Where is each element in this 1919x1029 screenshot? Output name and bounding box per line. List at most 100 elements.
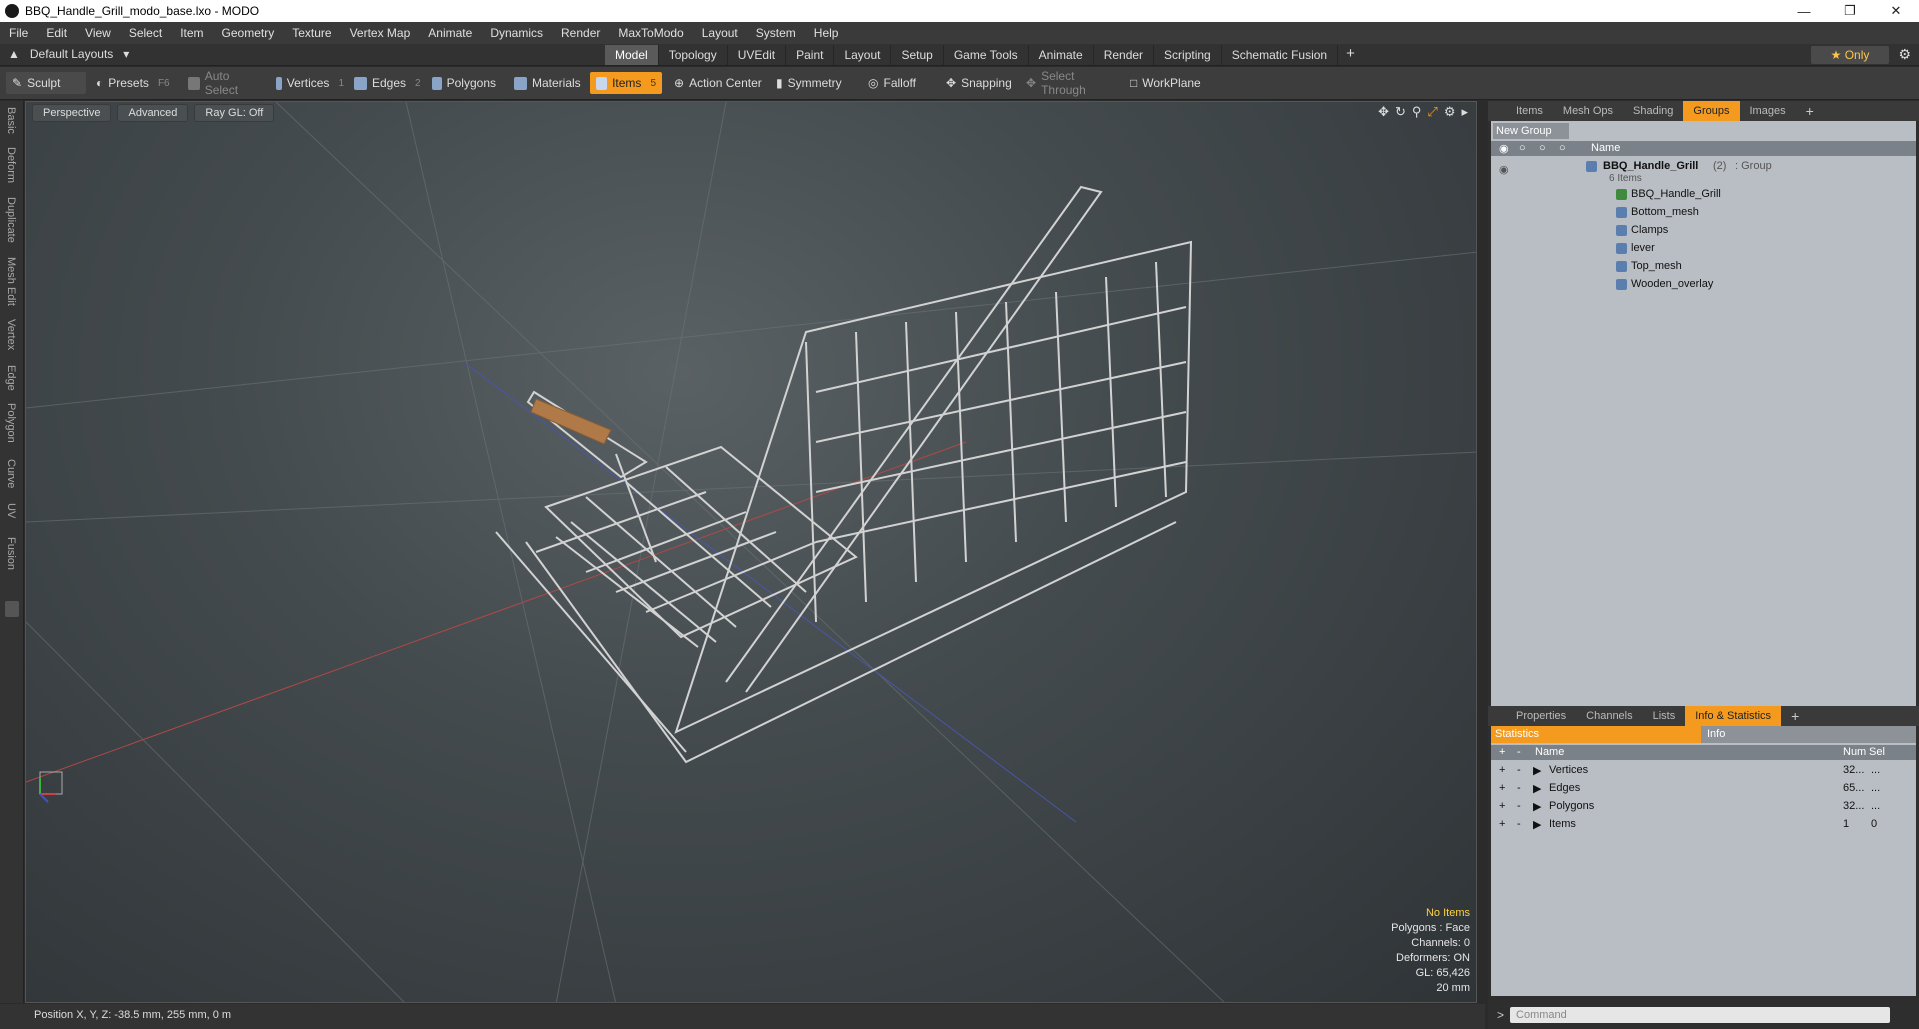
tab-game-tools[interactable]: Game Tools xyxy=(944,45,1029,65)
edges-button[interactable]: Edges 2 xyxy=(348,72,428,94)
remove-icon[interactable]: - xyxy=(1517,764,1521,776)
auto-select-button[interactable]: Auto Select xyxy=(182,69,266,97)
3d-viewport[interactable]: Perspective Advanced Ray GL: Off ✥ ↻ ⚲ ⤢… xyxy=(25,101,1477,1003)
gear-icon[interactable]: ⚙ xyxy=(1898,46,1911,63)
menu-texture[interactable]: Texture xyxy=(283,26,340,40)
menu-help[interactable]: Help xyxy=(805,26,848,40)
strip-tab-curve[interactable]: Curve xyxy=(5,459,17,488)
add-icon[interactable]: + xyxy=(1499,818,1505,830)
menu-item[interactable]: Item xyxy=(171,26,212,40)
strip-tab-mesh-edit[interactable]: Mesh Edit xyxy=(5,257,17,306)
tab-setup[interactable]: Setup xyxy=(891,45,944,65)
tab-topology[interactable]: Topology xyxy=(659,45,728,65)
pan-icon[interactable]: ✥ xyxy=(1378,104,1389,120)
add-panel-tab-icon[interactable]: + xyxy=(1796,101,1824,121)
viewport-gear-icon[interactable]: ⚙ xyxy=(1444,104,1456,120)
collapse-icon[interactable]: ▲ xyxy=(8,47,20,61)
menu-view[interactable]: View xyxy=(76,26,120,40)
workplane-button[interactable]: □ WorkPlane xyxy=(1124,72,1208,94)
stat-row[interactable]: + - ▶ Edges 65... ... xyxy=(1491,780,1916,798)
tab-channels[interactable]: Channels xyxy=(1576,706,1642,726)
tab-groups[interactable]: Groups xyxy=(1683,101,1740,121)
layout-selector[interactable]: ▲ Default Layouts ▾ xyxy=(8,47,129,61)
select-through-button[interactable]: ✥ Select Through xyxy=(1020,69,1120,97)
strip-tab-polygon[interactable]: Polygon xyxy=(5,403,17,443)
sculpt-button[interactable]: ✎ Sculpt xyxy=(6,72,86,94)
tab-animate[interactable]: Animate xyxy=(1029,45,1094,65)
collapse-all-icon[interactable]: - xyxy=(1517,746,1521,758)
group-child-row[interactable]: Bottom_mesh xyxy=(1491,204,1916,222)
stat-row[interactable]: + - ▶ Vertices 32... ... xyxy=(1491,762,1916,780)
snapping-button[interactable]: ✥ Snapping xyxy=(940,72,1016,94)
strip-tab-fusion[interactable]: Fusion xyxy=(5,537,17,570)
menu-geometry[interactable]: Geometry xyxy=(213,26,284,40)
menu-system[interactable]: System xyxy=(747,26,805,40)
menu-select[interactable]: Select xyxy=(120,26,171,40)
new-group-button[interactable]: New Group xyxy=(1493,123,1569,139)
add-info-tab-icon[interactable]: + xyxy=(1781,706,1809,726)
tab-mesh-ops[interactable]: Mesh Ops xyxy=(1553,101,1623,121)
remove-icon[interactable]: - xyxy=(1517,782,1521,794)
menu-file[interactable]: File xyxy=(0,26,37,40)
menu-vertex-map[interactable]: Vertex Map xyxy=(341,26,420,40)
stat-row[interactable]: + - ▶ Items 1 0 xyxy=(1491,816,1916,834)
presets-button[interactable]: ◐ Presets F6 xyxy=(90,72,176,94)
menu-dynamics[interactable]: Dynamics xyxy=(481,26,552,40)
group-child-row[interactable]: BBQ_Handle_Grill xyxy=(1491,186,1916,204)
menu-edit[interactable]: Edit xyxy=(37,26,76,40)
maximize-icon[interactable]: ⤢ xyxy=(1427,104,1437,120)
group-child-row[interactable]: Clamps xyxy=(1491,222,1916,240)
strip-tab-uv[interactable]: UV xyxy=(5,503,17,518)
tab-properties[interactable]: Properties xyxy=(1506,706,1576,726)
visibility-eye-icon[interactable]: ◉ xyxy=(1499,163,1509,176)
tab-schematic-fusion[interactable]: Schematic Fusion xyxy=(1222,45,1339,65)
strip-tab-vertex[interactable]: Vertex xyxy=(5,319,17,350)
add-icon[interactable]: + xyxy=(1499,764,1505,776)
expand-arrow-icon[interactable]: ▶ xyxy=(1533,800,1541,813)
tab-images[interactable]: Images xyxy=(1740,101,1796,121)
polygons-button[interactable]: Polygons xyxy=(426,72,502,94)
tab-lists[interactable]: Lists xyxy=(1643,706,1686,726)
strip-tab-basic[interactable]: Basic xyxy=(5,107,17,134)
strip-tab-deform[interactable]: Deform xyxy=(5,147,17,183)
rotate-icon[interactable]: ↻ xyxy=(1395,104,1406,120)
remove-icon[interactable]: - xyxy=(1517,800,1521,812)
tab-uvedit[interactable]: UVEdit xyxy=(728,45,787,65)
menu-layout[interactable]: Layout xyxy=(693,26,747,40)
tab-model[interactable]: Model xyxy=(605,45,659,65)
action-center-button[interactable]: ⊕ Action Center xyxy=(668,72,768,94)
group-child-row[interactable]: Top_mesh xyxy=(1491,258,1916,276)
expand-all-icon[interactable]: + xyxy=(1499,746,1505,758)
close-icon[interactable]: ✕ xyxy=(1873,0,1919,22)
viewport-menu-icon[interactable]: ▸ xyxy=(1461,104,1468,120)
add-icon[interactable]: + xyxy=(1499,800,1505,812)
add-icon[interactable]: + xyxy=(1499,782,1505,794)
group-row[interactable]: ◉ BBQ_Handle_Grill (2) : Group 6 Items xyxy=(1491,159,1916,184)
view-mode-button[interactable]: Perspective xyxy=(32,104,112,122)
group-child-row[interactable]: Wooden_overlay xyxy=(1491,276,1916,294)
vertices-button[interactable]: Vertices 1 xyxy=(270,72,350,94)
strip-toggle-button[interactable] xyxy=(5,601,19,617)
strip-tab-edge[interactable]: Edge xyxy=(5,365,17,391)
raygl-button[interactable]: Ray GL: Off xyxy=(194,104,275,122)
tab-shading[interactable]: Shading xyxy=(1623,101,1683,121)
statistics-tab[interactable]: Statistics xyxy=(1491,726,1701,743)
tab-layout[interactable]: Layout xyxy=(834,45,892,65)
command-input[interactable]: Command xyxy=(1510,1007,1891,1023)
strip-tab-duplicate[interactable]: Duplicate xyxy=(5,197,17,243)
only-button[interactable]: ★ Only xyxy=(1811,46,1889,64)
symmetry-button[interactable]: ▮ Symmetry xyxy=(770,72,852,94)
tab-paint[interactable]: Paint xyxy=(786,45,835,65)
stat-row[interactable]: + - ▶ Polygons 32... ... xyxy=(1491,798,1916,816)
items-button[interactable]: Items 5 xyxy=(590,72,662,94)
expand-arrow-icon[interactable]: ▶ xyxy=(1533,818,1541,831)
expand-arrow-icon[interactable]: ▶ xyxy=(1533,782,1541,795)
menu-animate[interactable]: Animate xyxy=(419,26,481,40)
menu-maxtomodo[interactable]: MaxToModo xyxy=(609,26,692,40)
minimize-icon[interactable]: — xyxy=(1781,0,1827,22)
materials-button[interactable]: Materials xyxy=(508,72,588,94)
group-child-row[interactable]: lever xyxy=(1491,240,1916,258)
tab-info-statistics[interactable]: Info & Statistics xyxy=(1685,706,1782,726)
falloff-button[interactable]: ◎ Falloff xyxy=(862,72,932,94)
remove-icon[interactable]: - xyxy=(1517,818,1521,830)
